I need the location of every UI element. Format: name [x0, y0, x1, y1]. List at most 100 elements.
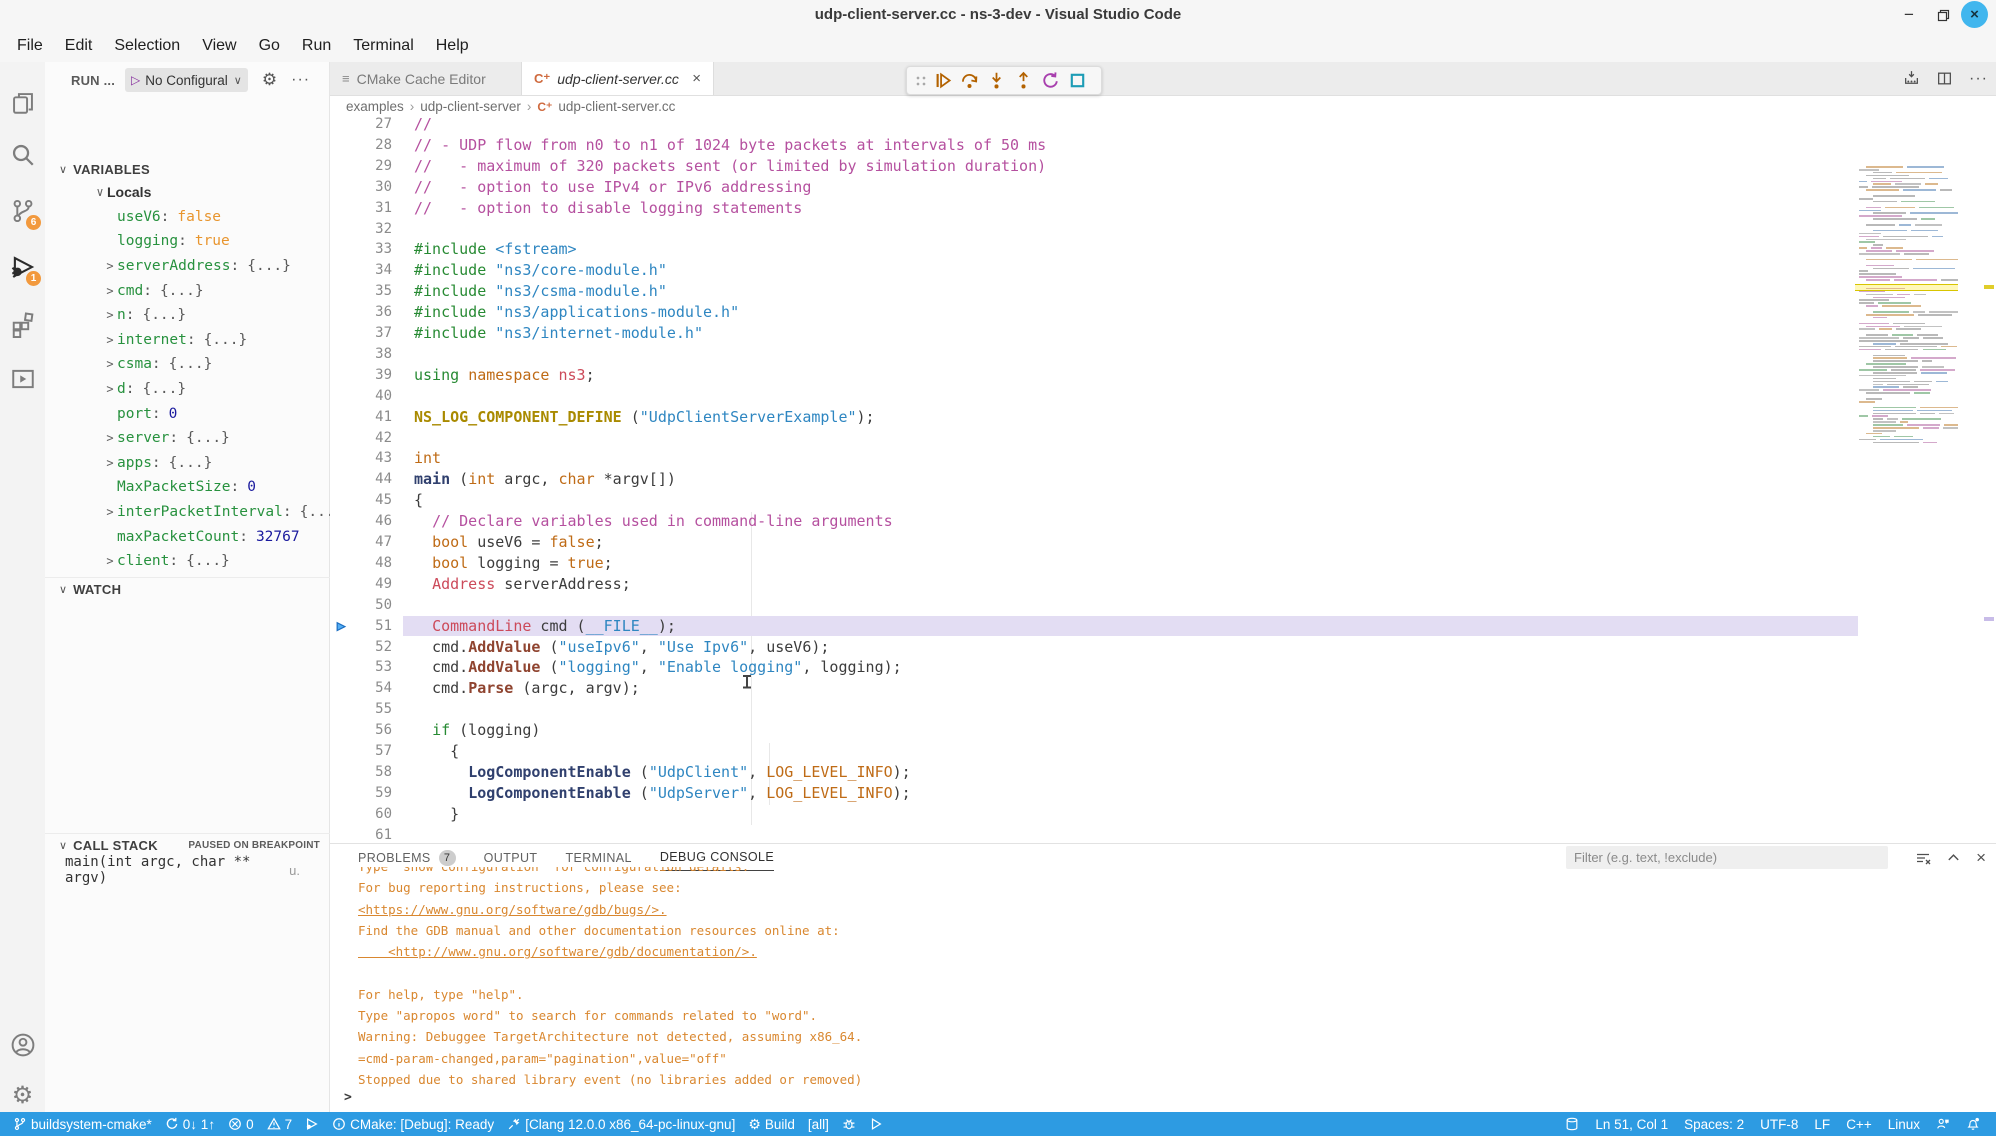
variable-cmd[interactable]: >cmd:{...} — [45, 278, 330, 303]
breadcrumb-item[interactable]: examples — [346, 99, 404, 114]
gutter[interactable]: 56 — [330, 720, 403, 741]
code-line-60[interactable]: 60 } — [330, 804, 1858, 825]
console-line[interactable]: <http://www.gnu.org/software/gdb/documen… — [358, 941, 1978, 962]
status-warnings[interactable]: 7 — [267, 1117, 293, 1132]
menu-edit[interactable]: Edit — [54, 34, 104, 58]
gutter[interactable]: 34 — [330, 260, 403, 281]
console-filter-input[interactable]: Filter (e.g. text, !exclude) — [1566, 846, 1888, 869]
menu-help[interactable]: Help — [425, 34, 480, 58]
gutter[interactable]: 50 — [330, 595, 403, 616]
gutter[interactable]: 48 — [330, 553, 403, 574]
variable-client[interactable]: >client:{...} — [45, 549, 330, 574]
variable-useV6[interactable]: useV6:false — [45, 205, 330, 230]
gutter[interactable]: 27 — [330, 116, 403, 135]
gutter[interactable]: 31 — [330, 198, 403, 219]
gutter[interactable]: 32 — [330, 219, 403, 240]
status-remote[interactable] — [1565, 1117, 1579, 1131]
gutter[interactable]: 30 — [330, 177, 403, 198]
code-line-29[interactable]: 29// - maximum of 320 packets sent (or l… — [330, 156, 1858, 177]
chevron-icon[interactable]: > — [103, 308, 117, 322]
code-line-54[interactable]: 54 cmd.Parse (argc, argv); — [330, 678, 1858, 699]
chevron-icon[interactable]: > — [103, 554, 117, 568]
activity-test-panel-icon[interactable] — [0, 358, 45, 400]
gutter[interactable]: 43 — [330, 448, 403, 469]
status-platform[interactable]: Linux — [1888, 1117, 1920, 1132]
code-line-27[interactable]: 27// — [330, 116, 1858, 135]
chevron-icon[interactable]: > — [103, 431, 117, 445]
status-cmake-build[interactable]: ⚙Build — [748, 1116, 795, 1133]
code-line-51[interactable]: ▶51 CommandLine cmd (__FILE__); — [330, 616, 1858, 637]
gutter[interactable]: 46 — [330, 511, 403, 532]
variable-internet[interactable]: >internet:{...} — [45, 328, 330, 353]
step-out-button[interactable] — [1010, 68, 1037, 94]
code-line-47[interactable]: 47 bool useV6 = false; — [330, 532, 1858, 553]
variable-port[interactable]: port:0 — [45, 401, 330, 426]
code-line-53[interactable]: 53 cmd.AddValue ("logging", "Enable logg… — [330, 657, 1858, 678]
code-line-33[interactable]: 33#include <fstream> — [330, 239, 1858, 260]
gutter[interactable]: 33 — [330, 239, 403, 260]
gutter[interactable]: 36 — [330, 302, 403, 323]
code-line-37[interactable]: 37#include "ns3/internet-module.h" — [330, 323, 1858, 344]
status-encoding[interactable]: UTF-8 — [1760, 1117, 1798, 1132]
activity-account-icon[interactable] — [0, 1024, 45, 1066]
variables-section-header[interactable]: ∨ VARIABLES — [45, 158, 330, 180]
gutter[interactable]: 52 — [330, 637, 403, 658]
watch-section-header[interactable]: ∨ WATCH — [45, 577, 330, 600]
gutter[interactable]: 59 — [330, 783, 403, 804]
gutter[interactable]: 42 — [330, 428, 403, 449]
status-cmake-kit[interactable]: [Clang 12.0.0 x86_64-pc-linux-gnu] — [507, 1117, 735, 1132]
status-debug-indicator[interactable] — [305, 1117, 319, 1131]
restart-button[interactable] — [1037, 68, 1064, 94]
status-eol[interactable]: LF — [1814, 1117, 1830, 1132]
gutter[interactable]: 55 — [330, 699, 403, 720]
code-line-35[interactable]: 35#include "ns3/csma-module.h" — [330, 281, 1858, 302]
gutter[interactable]: 44 — [330, 469, 403, 490]
code-line-39[interactable]: 39using namespace ns3; — [330, 365, 1858, 386]
breadcrumb-item[interactable]: udp-client-server.cc — [558, 99, 675, 114]
code-line-52[interactable]: 52 cmd.AddValue ("useIpv6", "Use Ipv6", … — [330, 637, 1858, 658]
menu-terminal[interactable]: Terminal — [342, 34, 424, 58]
gutter[interactable]: 47 — [330, 532, 403, 553]
gutter[interactable]: 37 — [330, 323, 403, 344]
console-prompt[interactable]: > — [344, 1090, 352, 1105]
code-line-34[interactable]: 34#include "ns3/core-module.h" — [330, 260, 1858, 281]
code-line-28[interactable]: 28// - UDP flow from n0 to n1 of 1024 by… — [330, 135, 1858, 156]
variable-logging[interactable]: logging:true — [45, 229, 330, 254]
variable-interPacketInterval[interactable]: >interPacketInterval:{...} — [45, 500, 330, 525]
split-editor-button[interactable] — [1936, 70, 1953, 87]
code-line-43[interactable]: 43int — [330, 448, 1858, 469]
gutter[interactable]: 61 — [330, 825, 403, 843]
code-line-31[interactable]: 31// - option to disable logging stateme… — [330, 198, 1858, 219]
variables-group-locals[interactable]: ∨Locals — [45, 180, 330, 205]
more-actions-button[interactable]: ··· — [1969, 70, 1988, 88]
code-line-57[interactable]: 57 { — [330, 741, 1858, 762]
code-editor[interactable]: 27//28// - UDP flow from n0 to n1 of 102… — [330, 116, 1996, 843]
tab-cmake-cache-editor[interactable]: ≡CMake Cache Editor — [330, 62, 522, 95]
code-line-61[interactable]: 61 — [330, 825, 1858, 843]
gutter[interactable]: ▶51 — [330, 616, 403, 637]
chevron-icon[interactable]: > — [103, 284, 117, 298]
gutter[interactable]: 45 — [330, 490, 403, 511]
run-below-button[interactable] — [1903, 70, 1920, 87]
activity-extensions-icon[interactable] — [0, 304, 45, 346]
variable-MaxPacketSize[interactable]: MaxPacketSize:0 — [45, 475, 330, 500]
close-button[interactable]: × — [1961, 1, 1988, 28]
gutter[interactable]: 53 — [330, 657, 403, 678]
code-line-44[interactable]: 44main (int argc, char *argv[]) — [330, 469, 1858, 490]
status-sync-changes[interactable]: 0↓ 1↑ — [165, 1117, 215, 1132]
status-cmake-target[interactable]: [all] — [808, 1117, 829, 1132]
chevron-icon[interactable]: > — [103, 456, 117, 470]
gutter[interactable]: 57 — [330, 741, 403, 762]
run-more-actions[interactable]: ··· — [291, 71, 310, 89]
status-indentation[interactable]: Spaces: 2 — [1684, 1117, 1744, 1132]
code-line-45[interactable]: 45{ — [330, 490, 1858, 511]
status-cursor-position[interactable]: Ln 51, Col 1 — [1595, 1117, 1668, 1132]
code-line-49[interactable]: 49 Address serverAddress; — [330, 574, 1858, 595]
code-line-50[interactable]: 50 — [330, 595, 1858, 616]
status-cmake-status[interactable]: CMake: [Debug]: Ready — [332, 1117, 494, 1132]
code-line-36[interactable]: 36#include "ns3/applications-module.h" — [330, 302, 1858, 323]
menu-selection[interactable]: Selection — [103, 34, 191, 58]
code-line-46[interactable]: 46 // Declare variables used in command-… — [330, 511, 1858, 532]
gutter[interactable]: 58 — [330, 762, 403, 783]
code-line-59[interactable]: 59 LogComponentEnable ("UdpServer", LOG_… — [330, 783, 1858, 804]
